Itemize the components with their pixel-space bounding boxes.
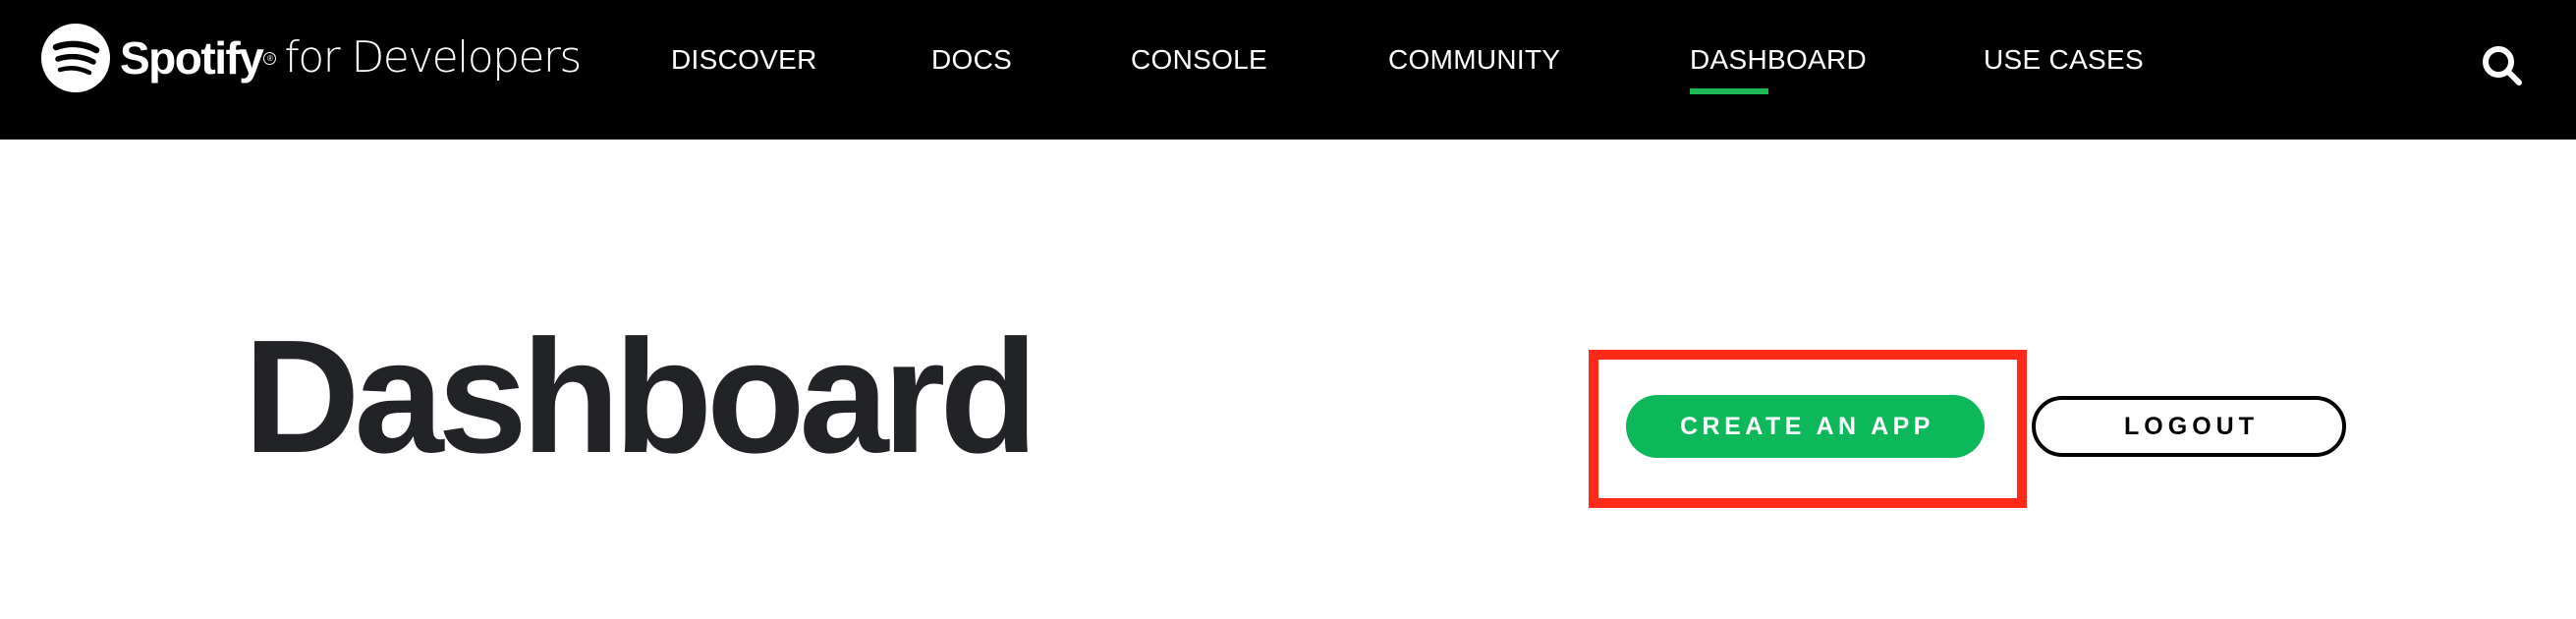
brand-name: Spotify [120, 32, 264, 84]
nav-community[interactable]: COMMUNITY [1388, 43, 1560, 77]
nav-console[interactable]: CONSOLE [1131, 43, 1267, 77]
nav-use-cases[interactable]: USE CASES [1984, 43, 2144, 77]
active-nav-indicator [1690, 88, 1768, 94]
search-button[interactable] [2480, 43, 2525, 88]
page-title: Dashboard [244, 307, 1038, 486]
search-icon [2483, 46, 2522, 85]
brand-suffix: for Developers [284, 32, 582, 83]
top-navigation-bar: Spotify ® for Developers DISCOVER DOCS C… [0, 0, 2576, 140]
nav-dashboard[interactable]: DASHBOARD [1690, 43, 1867, 77]
create-app-button[interactable]: CREATE AN APP [1626, 395, 1985, 458]
nav-docs[interactable]: DOCS [931, 43, 1012, 77]
spotify-for-developers-logo[interactable]: Spotify ® for Developers [41, 23, 582, 93]
logout-button[interactable]: LOGOUT [2032, 396, 2346, 457]
registered-mark: ® [263, 51, 277, 65]
spotify-logo-icon [41, 24, 110, 92]
nav-discover[interactable]: DISCOVER [671, 43, 817, 77]
